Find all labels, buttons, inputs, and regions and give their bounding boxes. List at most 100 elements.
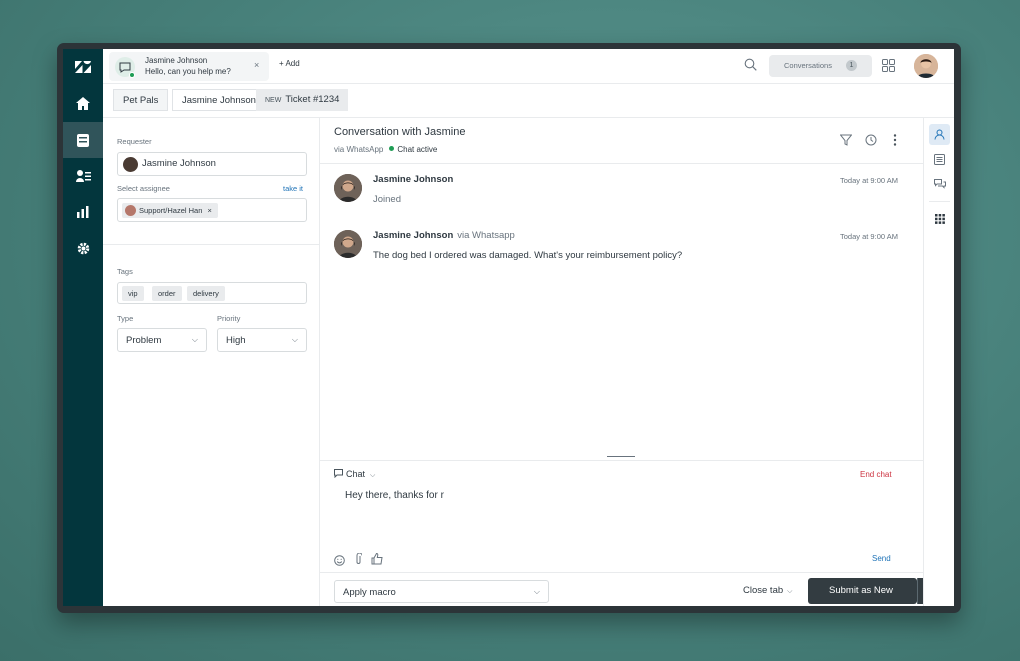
divider [929, 201, 950, 202]
ticket-properties-panel: Requester Jasmine Johnson Select assigne… [103, 118, 320, 606]
apps-icon[interactable] [929, 208, 950, 229]
history-icon[interactable] [865, 133, 877, 151]
ticket-id: Ticket #1234 [285, 94, 340, 105]
message-channel: via Whatsapp [457, 230, 515, 241]
submit-prefix: Submit as [829, 585, 872, 596]
take-it-link[interactable]: take it [283, 184, 303, 193]
new-badge: NEW [265, 97, 282, 104]
remove-assignee-icon[interactable]: × [207, 206, 211, 215]
chat-status: Chat active [397, 145, 438, 154]
author-avatar [334, 174, 362, 202]
author-name: Jasmine Johnson [373, 174, 454, 185]
message-time: Today at 9:00 AM [840, 176, 898, 185]
message-author: Jasmine Johnson via Whatsapp [373, 230, 515, 241]
ticket-footer: Apply macro ⌵ Close tab⌵ Submit as New ⌵ [320, 572, 945, 606]
tag-chip[interactable]: vip [122, 286, 144, 301]
chevron-down-icon: ⌵ [291, 335, 298, 344]
assignee-field[interactable]: Support/Hazel Han × [117, 198, 307, 222]
chevron-down-icon: ⌵ [370, 472, 376, 479]
requester-avatar [123, 157, 138, 172]
priority-select[interactable]: High ⌵ [217, 328, 307, 352]
add-tab-button[interactable]: + Add [279, 59, 300, 68]
context-rail [923, 118, 954, 606]
status-dot [389, 146, 395, 151]
close-tab-label: Close tab [743, 585, 784, 596]
breadcrumb-user[interactable]: Jasmine Johnson [172, 89, 266, 111]
author-avatar [334, 230, 362, 258]
author-name: Jasmine Johnson [373, 230, 454, 241]
primary-nav [63, 49, 103, 606]
resize-handle[interactable] [607, 456, 635, 457]
apply-macro-label: Apply macro [343, 587, 396, 598]
conversations-count-badge: 1 [846, 60, 857, 71]
tag-chip[interactable]: delivery [187, 286, 225, 301]
close-tab-button[interactable]: Close tab ⌵ [743, 585, 792, 596]
chat-icon [334, 469, 343, 479]
message-author: Jasmine Johnson [373, 174, 453, 185]
breadcrumb-org[interactable]: Pet Pals [113, 89, 169, 111]
type-label: Type [117, 314, 134, 323]
message-text: The dog bed I ordered was damaged. What'… [373, 250, 683, 261]
customer-context-icon[interactable] [929, 124, 950, 145]
conversation-tab[interactable]: Jasmine Johnson Hello, can you help me? … [109, 52, 269, 81]
app-window: Jasmine Johnson Hello, can you help me? … [63, 49, 954, 606]
tab-title: Jasmine Johnson [145, 56, 208, 65]
knowledge-icon[interactable] [929, 149, 950, 170]
product-tray-icon[interactable] [882, 59, 895, 77]
assignee-label: Select assignee [117, 184, 170, 193]
submit-status: New [873, 585, 893, 596]
conversation-panel: Conversation with Jasmine via WhatsApp Ch… [320, 118, 945, 606]
tags-field[interactable]: vip order delivery [117, 282, 307, 304]
type-select[interactable]: Problem ⌵ [117, 328, 207, 352]
customers-icon[interactable] [63, 158, 103, 194]
priority-label: Priority [217, 314, 241, 323]
more-options-icon[interactable] [893, 133, 897, 151]
requester-name: Jasmine Johnson [142, 158, 216, 169]
channel-switcher-label: Chat [346, 469, 366, 479]
online-status-dot [129, 72, 135, 78]
conversations-history-icon[interactable] [929, 174, 950, 195]
search-icon[interactable] [744, 58, 757, 76]
thumbs-up-icon[interactable] [371, 552, 383, 570]
top-bar: Jasmine Johnson Hello, can you help me? … [103, 49, 954, 84]
close-tab-icon[interactable]: × [254, 60, 259, 70]
message-time: Today at 9:00 AM [840, 232, 898, 241]
divider [103, 244, 320, 245]
tag-chip[interactable]: order [152, 286, 182, 301]
chevron-down-icon: ⌵ [787, 588, 793, 595]
conversation-subtitle: via WhatsApp Chat active [334, 145, 437, 154]
type-value: Problem [126, 335, 162, 346]
requester-label: Requester [117, 137, 152, 146]
reply-input[interactable]: Hey there, thanks for r [345, 490, 444, 501]
chevron-down-icon: ⌵ [191, 335, 198, 344]
zendesk-logo-icon[interactable] [63, 49, 103, 85]
settings-gear-icon[interactable] [63, 230, 103, 266]
conversations-label: Conversations [784, 61, 832, 70]
end-chat-button[interactable]: End chat [860, 470, 892, 479]
views-icon[interactable] [63, 122, 103, 158]
emoji-icon[interactable] [334, 553, 345, 571]
filter-icon[interactable] [839, 133, 853, 151]
message-text: Joined [373, 194, 401, 205]
reporting-icon[interactable] [63, 194, 103, 230]
channel-switcher[interactable]: Chat ⌵ [334, 469, 375, 480]
apply-macro-select[interactable]: Apply macro ⌵ [334, 580, 549, 603]
tab-preview: Hello, can you help me? [145, 67, 231, 76]
submit-button[interactable]: Submit as New [808, 578, 917, 604]
chevron-down-icon: ⌵ [533, 587, 540, 596]
tags-label: Tags [117, 267, 133, 276]
channel-label: via WhatsApp [334, 145, 384, 154]
attachment-icon[interactable] [355, 552, 363, 570]
header-divider [320, 163, 923, 164]
requester-field[interactable]: Jasmine Johnson [117, 152, 307, 176]
assignee-avatar [125, 205, 136, 216]
home-icon[interactable] [63, 85, 103, 121]
assignee-chip-label: Support/Hazel Han [139, 206, 203, 215]
conversations-button[interactable]: Conversations 1 [769, 55, 872, 77]
breadcrumb-ticket[interactable]: NEW Ticket #1234 [256, 89, 349, 111]
composer: Chat ⌵ End chat Hey there, thanks for r S… [320, 456, 923, 572]
conversation-title: Conversation with Jasmine [334, 126, 466, 138]
send-button[interactable]: Send [872, 554, 891, 563]
breadcrumb: Pet Pals Jasmine Johnson NEW Ticket #1234 [103, 84, 954, 118]
user-avatar[interactable] [914, 54, 938, 78]
